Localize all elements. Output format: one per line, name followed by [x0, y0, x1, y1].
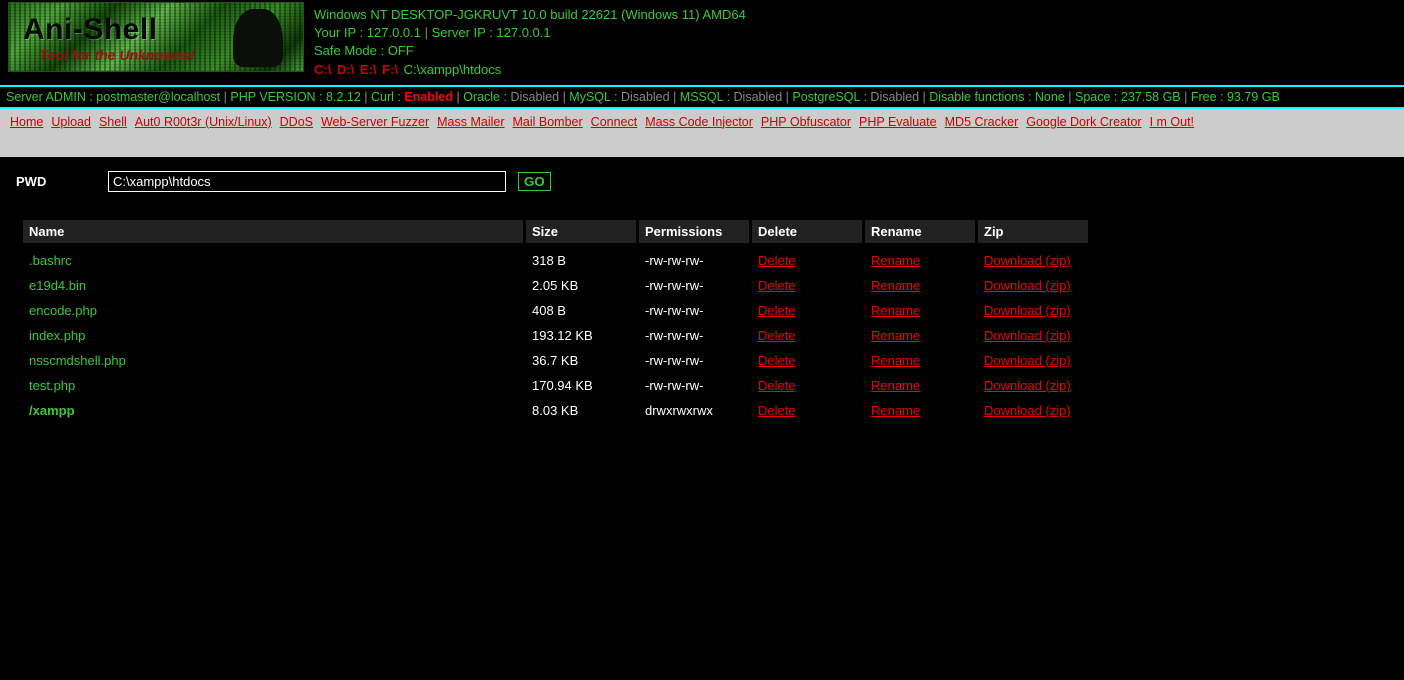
drive-link[interactable]: E:\	[360, 62, 380, 77]
zip-link[interactable]: Download (zip)	[984, 303, 1071, 318]
menu-link[interactable]: Mass Code Injector	[645, 115, 753, 129]
file-link[interactable]: /xampp	[29, 403, 75, 418]
menu-link[interactable]: MD5 Cracker	[945, 115, 1019, 129]
col-zip: Zip	[978, 220, 1088, 243]
file-link[interactable]: nsscmdshell.php	[29, 353, 126, 368]
rename-link[interactable]: Rename	[871, 378, 920, 393]
rename-link[interactable]: Rename	[871, 353, 920, 368]
file-perm: drwxrwxrwx	[639, 403, 749, 418]
delete-link[interactable]: Delete	[758, 378, 796, 393]
menu-link[interactable]: Mail Bomber	[513, 115, 583, 129]
delete-link[interactable]: Delete	[758, 303, 796, 318]
menu-link[interactable]: Home	[10, 115, 43, 129]
file-link[interactable]: .bashrc	[29, 253, 72, 268]
rename-link[interactable]: Rename	[871, 303, 920, 318]
zip-link[interactable]: Download (zip)	[984, 278, 1071, 293]
rename-link[interactable]: Rename	[871, 253, 920, 268]
menu-link[interactable]: I m Out!	[1150, 115, 1194, 129]
zip-link[interactable]: Download (zip)	[984, 378, 1071, 393]
file-size: 170.94 KB	[526, 378, 636, 393]
file-perm: -rw-rw-rw-	[639, 378, 749, 393]
menu-link[interactable]: Connect	[591, 115, 638, 129]
file-perm: -rw-rw-rw-	[639, 353, 749, 368]
delete-link[interactable]: Delete	[758, 253, 796, 268]
delete-link[interactable]: Delete	[758, 403, 796, 418]
file-size: 193.12 KB	[526, 328, 636, 343]
delete-link[interactable]: Delete	[758, 328, 796, 343]
col-rename: Rename	[865, 220, 975, 243]
zip-link[interactable]: Download (zip)	[984, 403, 1071, 418]
table-row: index.php 193.12 KB-rw-rw-rw- Delete Rename…	[23, 328, 1088, 343]
zip-link[interactable]: Download (zip)	[984, 353, 1071, 368]
file-size: 2.05 KB	[526, 278, 636, 293]
logo: Ani-Shell Tool for the Unknowns!	[8, 2, 304, 72]
menu-link[interactable]: DDoS	[280, 115, 313, 129]
col-name: Name	[23, 220, 523, 243]
rename-link[interactable]: Rename	[871, 278, 920, 293]
col-delete: Delete	[752, 220, 862, 243]
logo-title: Ani-Shell	[23, 13, 158, 47]
delete-link[interactable]: Delete	[758, 278, 796, 293]
menu-link[interactable]: PHP Obfuscator	[761, 115, 851, 129]
status-bar: Server ADMIN : postmaster@localhost | PH…	[0, 85, 1404, 109]
menu-link[interactable]: Shell	[99, 115, 127, 129]
menu-bar: Home Upload Shell Aut0 R00t3r (Unix/Linux) D…	[0, 109, 1404, 157]
table-row: encode.php 408 B-rw-rw-rw- Delete Rename Dow…	[23, 303, 1088, 318]
drive-link[interactable]: D:\	[337, 62, 358, 77]
file-perm: -rw-rw-rw-	[639, 278, 749, 293]
table-header-row: Name Size Permissions Delete Rename Zip	[23, 220, 1088, 243]
file-link[interactable]: index.php	[29, 328, 85, 343]
table-row: e19d4.bin 2.05 KB-rw-rw-rw- Delete Rename Do…	[23, 278, 1088, 293]
file-perm: -rw-rw-rw-	[639, 303, 749, 318]
safe-mode: Safe Mode : OFF	[314, 42, 746, 60]
file-size: 318 B	[526, 253, 636, 268]
os-line: Windows NT DESKTOP-JGKRUVT 10.0 build 22…	[314, 6, 746, 24]
file-size: 36.7 KB	[526, 353, 636, 368]
zip-link[interactable]: Download (zip)	[984, 253, 1071, 268]
drive-link[interactable]: F:\	[382, 62, 402, 77]
system-info: Windows NT DESKTOP-JGKRUVT 10.0 build 22…	[304, 2, 756, 83]
col-size: Size	[526, 220, 636, 243]
file-link[interactable]: test.php	[29, 378, 75, 393]
zip-link[interactable]: Download (zip)	[984, 328, 1071, 343]
file-perm: -rw-rw-rw-	[639, 328, 749, 343]
file-link[interactable]: encode.php	[29, 303, 97, 318]
logo-subtitle: Tool for the Unknowns!	[39, 47, 195, 63]
pwd-input[interactable]	[108, 171, 506, 192]
table-row: /xampp 8.03 KBdrwxrwxrwx Delete Rename Downl…	[23, 403, 1088, 418]
ip-line: Your IP : 127.0.0.1 | Server IP : 127.0.…	[314, 24, 746, 42]
menu-link[interactable]: Mass Mailer	[437, 115, 504, 129]
pwd-row: PWD	[0, 157, 1404, 204]
current-dir: C:\xampp\htdocs	[404, 62, 502, 77]
file-size: 408 B	[526, 303, 636, 318]
menu-link[interactable]: Upload	[51, 115, 91, 129]
rename-link[interactable]: Rename	[871, 403, 920, 418]
pwd-label: PWD	[16, 174, 108, 189]
file-size: 8.03 KB	[526, 403, 636, 418]
drive-link[interactable]: C:\	[314, 62, 335, 77]
menu-link[interactable]: PHP Evaluate	[859, 115, 937, 129]
table-row: .bashrc 318 B-rw-rw-rw- Delete Rename Downlo…	[23, 253, 1088, 268]
go-button[interactable]	[518, 172, 551, 191]
header: Ani-Shell Tool for the Unknowns! Windows…	[0, 0, 1404, 85]
table-row: test.php 170.94 KB-rw-rw-rw- Delete Rename D…	[23, 378, 1088, 393]
file-perm: -rw-rw-rw-	[639, 253, 749, 268]
col-perm: Permissions	[639, 220, 749, 243]
drives-line: C:\ D:\ E:\ F:\ C:\xampp\htdocs	[314, 61, 746, 79]
menu-link[interactable]: Aut0 R00t3r (Unix/Linux)	[135, 115, 272, 129]
menu-link[interactable]: Web-Server Fuzzer	[321, 115, 429, 129]
menu-link[interactable]: Google Dork Creator	[1026, 115, 1141, 129]
fist-icon	[233, 9, 283, 67]
file-link[interactable]: e19d4.bin	[29, 278, 86, 293]
table-row: nsscmdshell.php 36.7 KB-rw-rw-rw- Delete Re…	[23, 353, 1088, 368]
file-table: Name Size Permissions Delete Rename Zip …	[20, 210, 1091, 428]
rename-link[interactable]: Rename	[871, 328, 920, 343]
delete-link[interactable]: Delete	[758, 353, 796, 368]
